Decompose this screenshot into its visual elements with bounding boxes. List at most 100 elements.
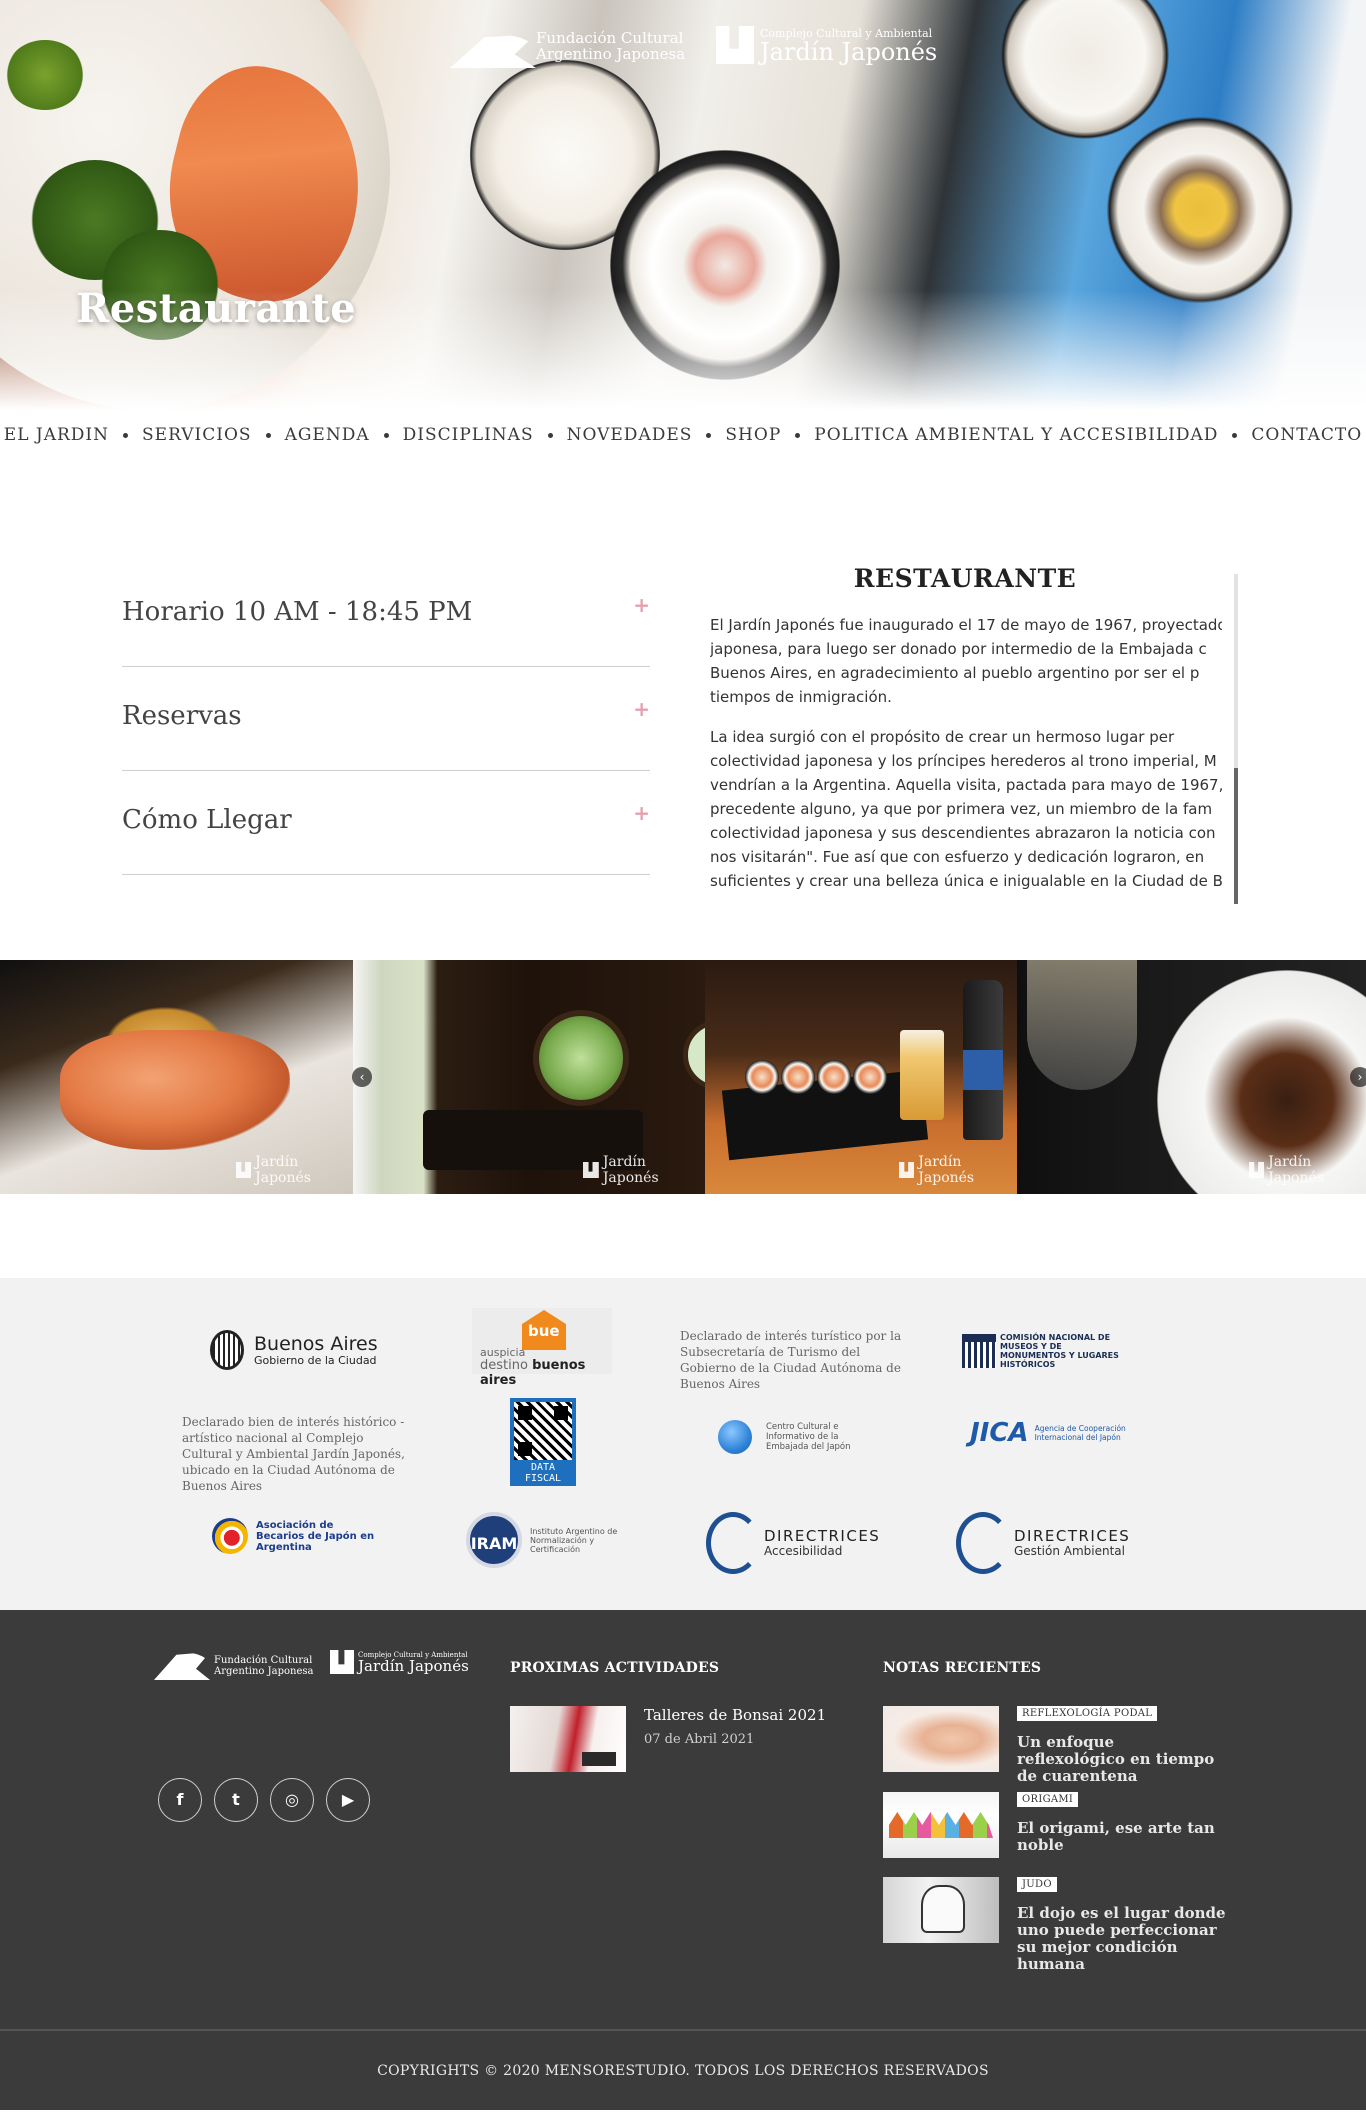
note-thumbnail[interactable] [883, 1877, 999, 1943]
qr-code-icon [514, 1402, 572, 1460]
article-line: japonesa, para luego ser donado por inte… [710, 640, 1207, 658]
gallery-prev-arrow[interactable]: ‹ [352, 1067, 372, 1087]
article-line: tiempos de inmigración. [710, 688, 892, 706]
nav-novedades[interactable]: NOVEDADES [567, 425, 693, 445]
hero-banner: Fundación Cultural Argentino Japonesa Co… [0, 0, 1366, 410]
article-paragraph: El Jardín Japonés fue inaugurado el 17 d… [710, 613, 1222, 709]
fan-logo-icon [450, 26, 536, 66]
nav-servicios[interactable]: SERVICIOS [142, 425, 252, 445]
buenos-aires-logo[interactable]: Buenos Aires Gobierno de la Ciudad [210, 1330, 378, 1370]
cnm-text: COMISIÓN NACIONAL DE MUSEOS Y DE MONUMEN… [1000, 1333, 1119, 1369]
info-accordion: Horario 10 AM - 18:45 PM + Reservas + Có… [122, 563, 650, 875]
note-title-link[interactable]: El dojo es el lugar donde uno puede perf… [1017, 1905, 1227, 1973]
scrollbar-thumb[interactable] [1234, 768, 1238, 904]
nav-contacto[interactable]: CONTACTO [1251, 425, 1362, 445]
article-line: colectividad japonesa y los príncipes he… [710, 752, 1217, 770]
note-category-badge[interactable]: REFLEXOLOGÍA PODAL [1017, 1706, 1158, 1721]
article-paragraph: La idea surgió con el propósito de crear… [710, 725, 1222, 889]
gallery-photo-dining-room[interactable]: Jardín Japonés [353, 960, 705, 1194]
bue-logo[interactable]: bue auspicia destino buenos aires [472, 1308, 612, 1388]
activity-thumbnail[interactable] [510, 1706, 626, 1772]
accordion-label: Horario 10 AM - 18:45 PM [122, 597, 473, 627]
watermark-text: Jardín Japonés [1268, 1154, 1324, 1186]
article-scrollbar[interactable] [1234, 574, 1238, 904]
instagram-icon[interactable]: ◎ [270, 1778, 314, 1822]
footer-jardin-logo[interactable]: Complejo Cultural y Ambiental Jardín Jap… [330, 1650, 469, 1674]
note-title-link[interactable]: Un enfoque reflexológico en tiempo de cu… [1017, 1734, 1227, 1785]
article-line: La idea surgió con el propósito de crear… [710, 728, 1175, 746]
activity-title-link[interactable]: Talleres de Bonsai 2021 [644, 1706, 826, 1724]
photo-detail [745, 1060, 779, 1094]
directrices-accesibilidad-logo[interactable]: DIRECTRICES Accesibilidad [706, 1512, 880, 1574]
logo-subtitle: Gobierno de la Ciudad [254, 1353, 377, 1367]
becarios-text: Asociación de Becarios de Japón en Argen… [256, 1519, 375, 1553]
fundacion-logo[interactable]: Fundación Cultural Argentino Japonesa [450, 26, 685, 66]
footer-fundacion-logo[interactable]: Fundación Cultural Argentino Japonesa [154, 1652, 313, 1680]
note-thumbnail[interactable] [883, 1706, 999, 1772]
note-thumbnail[interactable] [883, 1792, 999, 1858]
jica-logo[interactable]: JICA Agencia de Cooperación Internaciona… [970, 1418, 1145, 1448]
note-title-link[interactable]: El origami, ese arte tan noble [1017, 1820, 1227, 1854]
city-seal-icon [210, 1330, 244, 1370]
directrices-ring-icon [956, 1512, 1010, 1574]
sushi-image [1100, 110, 1300, 310]
note-category-badge[interactable]: ORIGAMI [1017, 1792, 1079, 1807]
plus-icon[interactable]: + [633, 801, 650, 825]
accordion-item-reservas[interactable]: Reservas + [122, 667, 650, 771]
photo-detail [781, 1060, 815, 1094]
recent-note[interactable]: ORIGAMI El origami, ese arte tan noble [883, 1792, 1243, 1862]
becarios-logo[interactable]: Asociación de Becarios de Japón en Argen… [212, 1518, 376, 1554]
site-footer: Fundación Cultural Argentino Japonesa Co… [0, 1610, 1366, 2030]
plus-icon[interactable]: + [633, 697, 650, 721]
becarios-emblem-icon [212, 1518, 248, 1554]
globe-icon [718, 1420, 752, 1454]
jardin-watermark-icon [1249, 1162, 1265, 1178]
centro-cultural-logo[interactable]: Centro Cultural e Informativo de la Emba… [718, 1420, 876, 1454]
gallery-photo-salmon[interactable]: Jardín Japonés [0, 960, 353, 1194]
directrices-subtitle: Gestión Ambiental [1014, 1544, 1125, 1558]
iram-subtitle: Instituto Argentino de Normalización y C… [530, 1526, 618, 1554]
watermark-text: Jardín Japonés [255, 1154, 311, 1186]
article-title: RESTAURANTE [853, 564, 1077, 593]
nav-separator [706, 432, 712, 438]
iram-logo[interactable]: IRAM Instituto Argentino de Normalizació… [466, 1512, 620, 1568]
proximas-actividades-heading: PROXIMAS ACTIVIDADES [510, 1660, 720, 1676]
facebook-icon[interactable]: f [158, 1778, 202, 1822]
main-content: Horario 10 AM - 18:45 PM + Reservas + Có… [0, 460, 1366, 960]
article-line: El Jardín Japonés fue inaugurado el 17 d… [710, 616, 1222, 634]
building-icon [962, 1334, 996, 1368]
twitter-icon[interactable]: t [214, 1778, 258, 1822]
gallery-photo-fish-dish[interactable]: Jardín Japonés [1017, 960, 1366, 1194]
data-fiscal-label: DATA FISCAL [524, 1462, 562, 1484]
social-links: f t ◎ ▶ [158, 1778, 370, 1822]
jardin-logo[interactable]: Complejo Cultural y Ambiental Jardín Jap… [716, 26, 937, 64]
bue-line2-prefix: destino [480, 1358, 533, 1373]
watermark-text: Jardín Japonés [602, 1154, 659, 1186]
nav-separator [383, 432, 389, 438]
directrices-gestion-logo[interactable]: DIRECTRICES Gestión Ambiental [956, 1512, 1130, 1574]
nav-agenda[interactable]: AGENDA [285, 425, 370, 445]
plus-icon[interactable]: + [633, 593, 650, 617]
nav-politica-ambiental[interactable]: POLITICA AMBIENTAL Y ACCESIBILIDAD [814, 425, 1218, 445]
bue-house-icon: bue [522, 1310, 566, 1350]
recent-note[interactable]: JUDO El dojo es el lugar donde uno puede… [883, 1877, 1243, 1973]
photo-detail [853, 1060, 887, 1094]
accordion-item-como-llegar[interactable]: Cómo Llegar + [122, 771, 650, 875]
cnm-logo[interactable]: COMISIÓN NACIONAL DE MUSEOS Y DE MONUMEN… [962, 1333, 1130, 1369]
note-category-badge[interactable]: JUDO [1017, 1877, 1057, 1892]
nav-disciplinas[interactable]: DISCIPLINAS [403, 425, 534, 445]
centro-text: Centro Cultural e Informativo de la Emba… [766, 1422, 851, 1452]
directrices-text: DIRECTRICES Gestión Ambiental [1014, 1528, 1130, 1558]
jardin-watermark-icon [899, 1162, 915, 1178]
article-line: Buenos Aires, en agradecimiento al puebl… [710, 664, 1200, 682]
accordion-item-horario[interactable]: Horario 10 AM - 18:45 PM + [122, 563, 650, 667]
nav-shop[interactable]: SHOP [725, 425, 781, 445]
nav-separator [123, 432, 129, 438]
gallery-photo-sushi-beer[interactable]: Jardín Japonés [705, 960, 1017, 1194]
data-fiscal-qr[interactable]: DATA FISCAL [510, 1398, 576, 1486]
youtube-icon[interactable]: ▶ [326, 1778, 370, 1822]
recent-note[interactable]: REFLEXOLOGÍA PODAL Un enfoque reflexológ… [883, 1706, 1243, 1785]
nav-el-jardin[interactable]: EL JARDIN [4, 425, 109, 445]
restaurant-article[interactable]: RESTAURANTE El Jardín Japonés fue inaugu… [710, 564, 1242, 896]
gallery-next-arrow[interactable]: › [1350, 1067, 1366, 1087]
